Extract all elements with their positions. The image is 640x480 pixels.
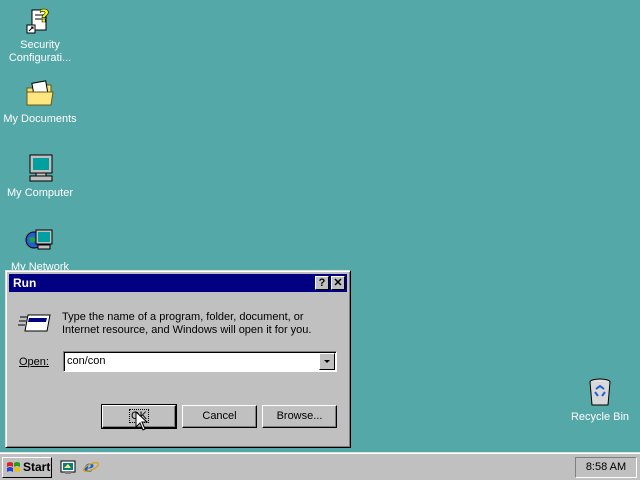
- quick-launch-show-desktop[interactable]: [59, 458, 77, 476]
- desktop-icon-label: My Documents: [3, 113, 77, 125]
- computer-icon: [24, 152, 56, 184]
- folder-icon: [24, 78, 56, 110]
- open-input[interactable]: con/con: [67, 355, 106, 367]
- start-button[interactable]: Start: [2, 457, 52, 478]
- system-tray-clock[interactable]: 8:58 AM: [575, 457, 637, 478]
- close-button[interactable]: ✕: [331, 276, 345, 290]
- desktop-icon-security-config[interactable]: ? Security Configurati...: [0, 4, 80, 65]
- network-icon: [24, 226, 56, 258]
- run-dialog: Run ? ✕ Type the name of a program, fold…: [5, 270, 351, 448]
- security-config-icon: ?: [24, 4, 56, 36]
- clock-text: 8:58 AM: [585, 461, 627, 473]
- open-label: Open:: [19, 356, 49, 368]
- description-line: Internet resource, and Windows will open…: [62, 324, 312, 336]
- quick-launch-internet-explorer[interactable]: e: [82, 457, 100, 476]
- start-label: Start: [23, 460, 51, 474]
- desktop-icon-label: My Computer: [6, 187, 74, 199]
- desktop-icon-my-documents[interactable]: My Documents: [0, 78, 80, 126]
- run-icon: [18, 311, 52, 335]
- mouse-cursor-icon: [135, 411, 149, 431]
- dialog-description: Type the name of a program, folder, docu…: [62, 311, 342, 337]
- chevron-down-icon: [324, 360, 330, 363]
- recycle-bin-icon: [584, 376, 616, 408]
- help-button[interactable]: ?: [315, 276, 329, 290]
- internet-explorer-icon: e: [83, 457, 99, 476]
- desktop-icon-recycle-bin[interactable]: Recycle Bin: [560, 376, 640, 424]
- dialog-title: Run: [13, 276, 37, 290]
- cancel-label: Cancel: [202, 410, 237, 422]
- taskbar: Start e 8:58 AM: [0, 452, 640, 480]
- windows-logo-icon: [7, 462, 20, 472]
- description-line: Type the name of a program, folder, docu…: [62, 311, 304, 323]
- dropdown-button[interactable]: [319, 353, 335, 370]
- open-label-text: Open:: [19, 356, 49, 368]
- title-bar[interactable]: Run ? ✕: [9, 274, 347, 292]
- svg-text:?: ?: [39, 6, 49, 27]
- svg-text:e: e: [84, 457, 94, 475]
- desktop-icon-my-network[interactable]: My Network: [0, 226, 80, 274]
- desktop-icon-label: Security Configurati...: [8, 39, 72, 64]
- desktop-icon: [60, 460, 76, 474]
- open-combobox[interactable]: con/con: [63, 351, 337, 372]
- desktop-icon-label: Recycle Bin: [570, 411, 630, 423]
- browse-label: Browse...: [276, 410, 323, 422]
- desktop-icon-my-computer[interactable]: My Computer: [0, 152, 80, 200]
- browse-button[interactable]: Browse...: [262, 405, 337, 428]
- cancel-button[interactable]: Cancel: [182, 405, 257, 428]
